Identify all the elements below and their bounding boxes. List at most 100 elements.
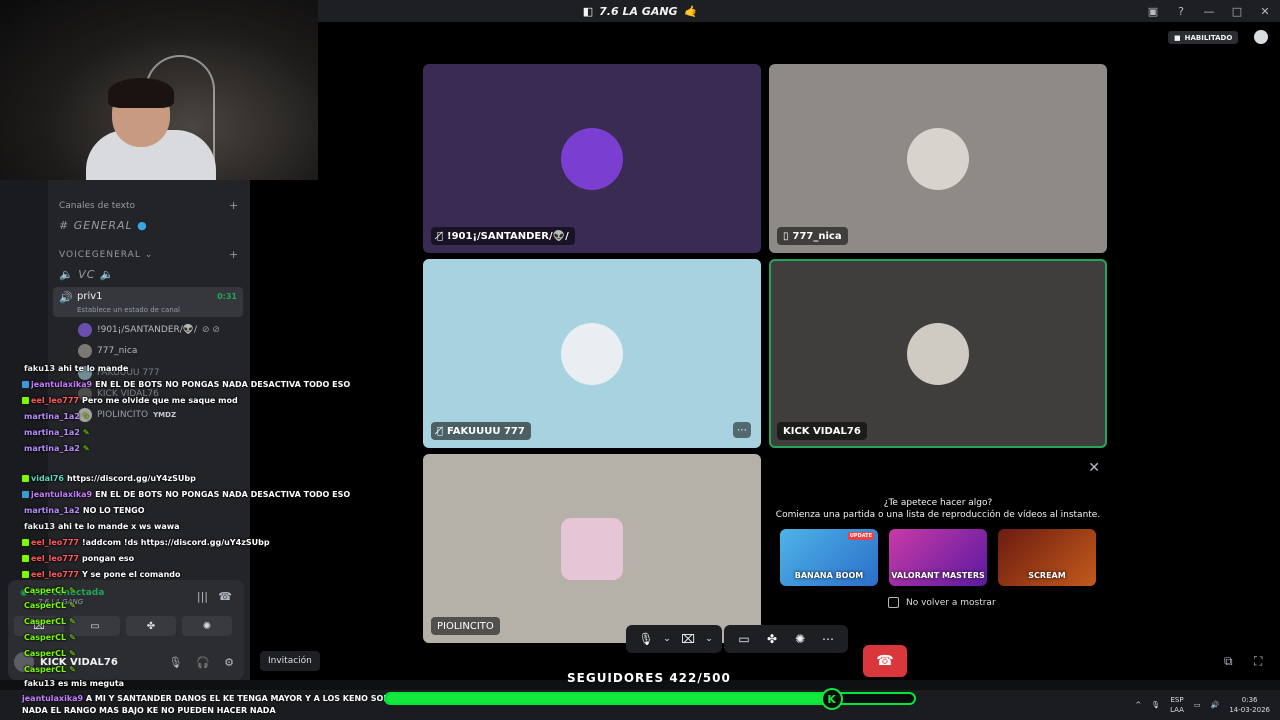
member-nica[interactable]: 777_nica: [78, 344, 137, 358]
volume-icon[interactable]: 🔊: [1211, 701, 1220, 709]
popout-icon[interactable]: ⧉: [1224, 654, 1233, 669]
video-tile-piolincito[interactable]: PIOLINCITO: [423, 454, 761, 643]
close-button[interactable]: ✕: [1256, 2, 1274, 20]
no-show-option[interactable]: No volver a mostrar: [888, 597, 996, 608]
chat-bottom-line: jeantulaxika9 A MI Y SANTANDER DANOS EL …: [22, 693, 392, 717]
hash-icon: #: [59, 219, 74, 232]
minimize-button[interactable]: —: [1200, 2, 1218, 20]
speaker-icon: 🔈: [59, 268, 79, 281]
disconnect-icon[interactable]: ☎: [218, 590, 232, 603]
more-options-icon[interactable]: ⋯: [733, 422, 751, 438]
tile-label: PIOLINCITO: [437, 620, 494, 632]
headphones-icon[interactable]: 🎧: [196, 656, 210, 669]
chat-user: jeantulaxika9: [31, 489, 93, 499]
chat-line: CasperCL ✎: [22, 583, 76, 597]
maximize-button[interactable]: □: [1228, 2, 1246, 20]
help-icon[interactable]: ?: [1172, 2, 1190, 20]
add-voice-channel-icon[interactable]: +: [229, 248, 238, 261]
video-tile-nica[interactable]: ▯ 777_nica: [769, 64, 1107, 253]
inbox-icon[interactable]: ▣: [1144, 2, 1162, 20]
video-tile-fakuuuu[interactable]: 🎙̸ FAKUUUU 777 ⋯: [423, 259, 761, 448]
habilitado-badge[interactable]: ■ HABILITADO: [1168, 31, 1239, 44]
chat-user: eel_leo777: [31, 569, 79, 579]
noise-icon[interactable]: |||: [197, 590, 208, 603]
soundboard-icon[interactable]: ✺: [786, 625, 814, 653]
chat-line: vidal76 https://discord.gg/uY4zSUbp: [22, 471, 196, 485]
chat-user: CasperCL: [24, 664, 67, 674]
emote-icon: ✎: [69, 632, 76, 642]
gear-icon[interactable]: ⚙: [224, 656, 234, 669]
activity-card-banana[interactable]: UPDATE BANANA BOOM: [780, 529, 878, 586]
disconnect-button[interactable]: ☎: [863, 645, 907, 677]
avatar: [907, 127, 969, 190]
chat-line: eel_leo777 Pero me olvide que me saque mo…: [22, 393, 238, 407]
chat-badge-icon: [22, 380, 29, 388]
chat-user: martina_1a2: [24, 427, 80, 437]
voice-status[interactable]: Establece un estado de canal: [77, 306, 180, 314]
chat-user: jeantulaxika9: [31, 379, 93, 389]
channel-vc[interactable]: 🔈 VC 🔈: [59, 268, 115, 281]
chat-line: martina_1a2 NO LO TENGO: [22, 503, 145, 517]
microphone-icon[interactable]: 🎙: [168, 656, 182, 669]
chat-message: ahi te lo mande: [58, 363, 129, 373]
window-title: 7.6 LA GANG: [599, 4, 678, 18]
chat-user: martina_1a2: [24, 411, 80, 421]
chat-badge-icon: [22, 554, 29, 562]
chat-badge-icon: [22, 396, 29, 404]
activity-card-scream[interactable]: SCREAM: [998, 529, 1096, 586]
call-stage: 🎙̸ !901¡/SANTANDER/👽/ ▯ 777_nica 🎙̸ FAKU…: [250, 22, 1280, 680]
wave-emoji-icon: 🤙: [683, 4, 698, 18]
avatar: [907, 322, 969, 385]
emote-icon: ✎: [82, 443, 90, 453]
checkbox[interactable]: [888, 597, 899, 608]
activities-button[interactable]: ✤: [126, 616, 176, 636]
speaker-icon: 🔈: [95, 268, 115, 281]
chat-bubble-icon[interactable]: [1254, 30, 1268, 44]
chat-user: faku13: [24, 363, 56, 373]
invite-button[interactable]: Invitación: [260, 651, 320, 671]
video-tile-kick-vidal[interactable]: KICK VIDAL76: [769, 259, 1107, 448]
activity-subtitle: Comienza una partida o una lista de repr…: [775, 510, 1101, 520]
screen-share-icon[interactable]: ▭: [730, 625, 758, 653]
text-category[interactable]: Canales de texto: [59, 201, 135, 211]
chat-message: !addcom !ds https://discord.gg/uY4zSUbp: [81, 537, 270, 547]
channel-general[interactable]: # GENERAL ●: [59, 219, 148, 232]
emote-icon: ✎: [69, 600, 76, 610]
chat-line: faku13 es mis meguta: [22, 676, 124, 690]
chat-line: CasperCL ✎: [22, 598, 76, 612]
fullscreen-icon[interactable]: ⛶: [1254, 654, 1262, 669]
member-santander[interactable]: !901¡/SANTANDER/👽/ ⊘ ⊘: [78, 323, 220, 337]
chat-line: martina_1a2 ✎: [22, 409, 90, 423]
soundboard-button[interactable]: ✺: [182, 616, 232, 636]
chevron-down-icon[interactable]: ⌄: [702, 625, 716, 653]
add-channel-icon[interactable]: +: [229, 199, 238, 212]
chat-line: jeantulaxika9 EN EL DE BOTS NO PONGAS NAD…: [22, 377, 350, 391]
soundboard-icon: ✺: [202, 620, 212, 632]
active-voice-channel[interactable]: 🔊 priv1 0:31 Establece un estado de cana…: [53, 287, 243, 317]
chevron-down-icon[interactable]: ⌄: [660, 625, 674, 653]
followers-progress: K: [384, 688, 916, 710]
video-tile-santander[interactable]: 🎙̸ !901¡/SANTANDER/👽/: [423, 64, 761, 253]
microphone-icon[interactable]: 🎙: [632, 625, 660, 653]
language-indicator[interactable]: ESP LAA: [1170, 695, 1184, 715]
mic-tray-icon[interactable]: 🎙: [1151, 701, 1160, 709]
screen-share-button[interactable]: ▭: [70, 616, 120, 636]
voice-category[interactable]: VOICEGENERAL ⌄: [59, 250, 153, 260]
camera-off-icon[interactable]: ⌧: [674, 625, 702, 653]
chat-user: faku13: [24, 678, 56, 688]
chevron-up-icon[interactable]: ^: [1135, 701, 1141, 709]
activities-icon[interactable]: ✤: [758, 625, 786, 653]
chat-user: CasperCL: [24, 585, 67, 595]
avatar: [78, 344, 92, 358]
emote-icon: ✎: [69, 585, 76, 595]
chat-user: faku13: [24, 521, 56, 531]
chat-message: NO LO TENGO: [82, 505, 145, 515]
member-piolincito[interactable]: PIOLINCITO YMDZ: [78, 408, 176, 422]
clock[interactable]: 0:36 14-03-2026: [1229, 695, 1270, 715]
activity-card-valorant[interactable]: VALORANT MASTERS: [889, 529, 987, 586]
share-controls: ▭ ✤ ✺ ⋯: [724, 625, 848, 653]
avatar: [78, 323, 92, 337]
more-options-icon[interactable]: ⋯: [814, 625, 842, 653]
network-icon[interactable]: ▭: [1194, 701, 1201, 709]
close-icon[interactable]: ✕: [1088, 460, 1100, 476]
